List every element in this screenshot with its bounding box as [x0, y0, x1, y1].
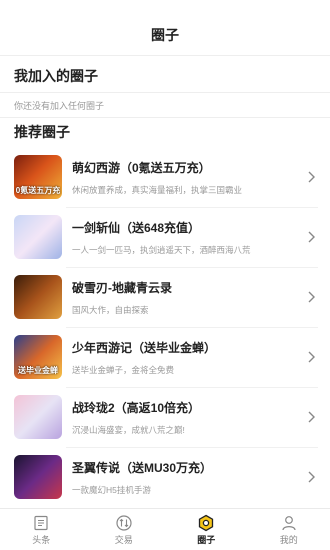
- circle-item-yijian[interactable]: 一剑斩仙（送648充值） 一人一剑一匹马，执剑逍遥天下，酒醉西海八荒: [0, 207, 330, 267]
- chevron-right-icon: [308, 411, 315, 423]
- tab-headlines[interactable]: 头条: [0, 509, 83, 550]
- recommended-list: 0氪送五万充 萌幻西游（0氪送五万充） 休闲放置养成，真实海量福利，执掌三国霸业…: [0, 147, 330, 507]
- chevron-right-icon: [308, 171, 315, 183]
- game-thumbnail: [14, 395, 62, 439]
- game-thumbnail: [14, 215, 62, 259]
- circle-name: 圣翼传说（送MU30万充）: [72, 460, 213, 475]
- game-thumbnail: [14, 275, 62, 319]
- game-thumbnail: 0氪送五万充: [14, 155, 62, 199]
- circle-item-zhanlinglong[interactable]: 战玲珑2（高返10倍充） 沉浸山海盛宴，成就八荒之巅!: [0, 387, 330, 447]
- chevron-right-icon: [308, 231, 315, 243]
- circle-item-poxuerentext[interactable]: 破雪刃-地藏青云录 国风大作，自由探索: [0, 267, 330, 327]
- circle-name: 战玲珑2（高返10倍充）: [72, 400, 201, 415]
- exchange-icon: [116, 514, 132, 531]
- chevron-right-icon: [308, 351, 315, 363]
- circle-description: 一款魔幻H5挂机手游: [72, 484, 151, 495]
- top-bar: 圈子: [0, 0, 330, 56]
- circle-name: 少年西游记（送毕业金蝉）: [72, 340, 217, 355]
- circle-item-menghuan[interactable]: 0氪送五万充 萌幻西游（0氪送五万充） 休闲放置养成，真实海量福利，执掌三国霸业: [0, 147, 330, 207]
- profile-icon: [282, 515, 296, 530]
- tab-circle[interactable]: 圈子: [165, 509, 248, 550]
- joined-empty-text: 你还没有加入任何圈子: [14, 100, 105, 111]
- circle-description: 沉浸山海盛宴，成就八荒之巅!: [72, 424, 185, 435]
- thumbnail-text: 送毕业金蝉: [18, 366, 58, 375]
- tab-trade[interactable]: 交易: [83, 509, 166, 550]
- circle-name: 一剑斩仙（送648充值）: [72, 220, 201, 235]
- circle-item-shengyi[interactable]: 圣翼传说（送MU30万充） 一款魔幻H5挂机手游: [0, 447, 330, 507]
- circle-description: 一人一剑一匹马，执剑逍遥天下，酒醉西海八荒: [72, 244, 251, 255]
- joined-section-title: 我加入的圈子: [14, 68, 98, 84]
- circle-description: 送毕业金蝉子，金将全免费: [72, 364, 175, 375]
- circle-name: 萌幻西游（0氪送五万充）: [72, 160, 211, 175]
- circle-name: 破雪刃-地藏青云录: [72, 280, 172, 295]
- chevron-right-icon: [308, 471, 315, 483]
- game-thumbnail: [14, 455, 62, 499]
- chevron-right-icon: [308, 291, 315, 303]
- tab-label: 圈子: [197, 534, 216, 545]
- tab-profile[interactable]: 我的: [248, 509, 330, 550]
- bottom-tab-bar: 头条 交易 圈子 我的: [0, 508, 330, 550]
- circle-description: 休闲放置养成，真实海量福利，执掌三国霸业: [72, 184, 243, 195]
- tab-label: 头条: [32, 534, 51, 545]
- circle-icon: [199, 514, 214, 531]
- circle-item-shaonian[interactable]: 送毕业金蝉 少年西游记（送毕业金蝉） 送毕业金蝉子，金将全免费: [0, 327, 330, 387]
- recommended-section-title: 推荐圈子: [14, 124, 70, 140]
- thumbnail-text: 0氪送五万充: [15, 186, 61, 195]
- game-thumbnail: 送毕业金蝉: [14, 335, 62, 379]
- circle-description: 国风大作，自由探索: [72, 304, 149, 315]
- page-title: 圈子: [151, 27, 179, 43]
- article-icon: [34, 515, 48, 530]
- tab-label: 我的: [279, 534, 298, 545]
- tab-label: 交易: [114, 534, 133, 545]
